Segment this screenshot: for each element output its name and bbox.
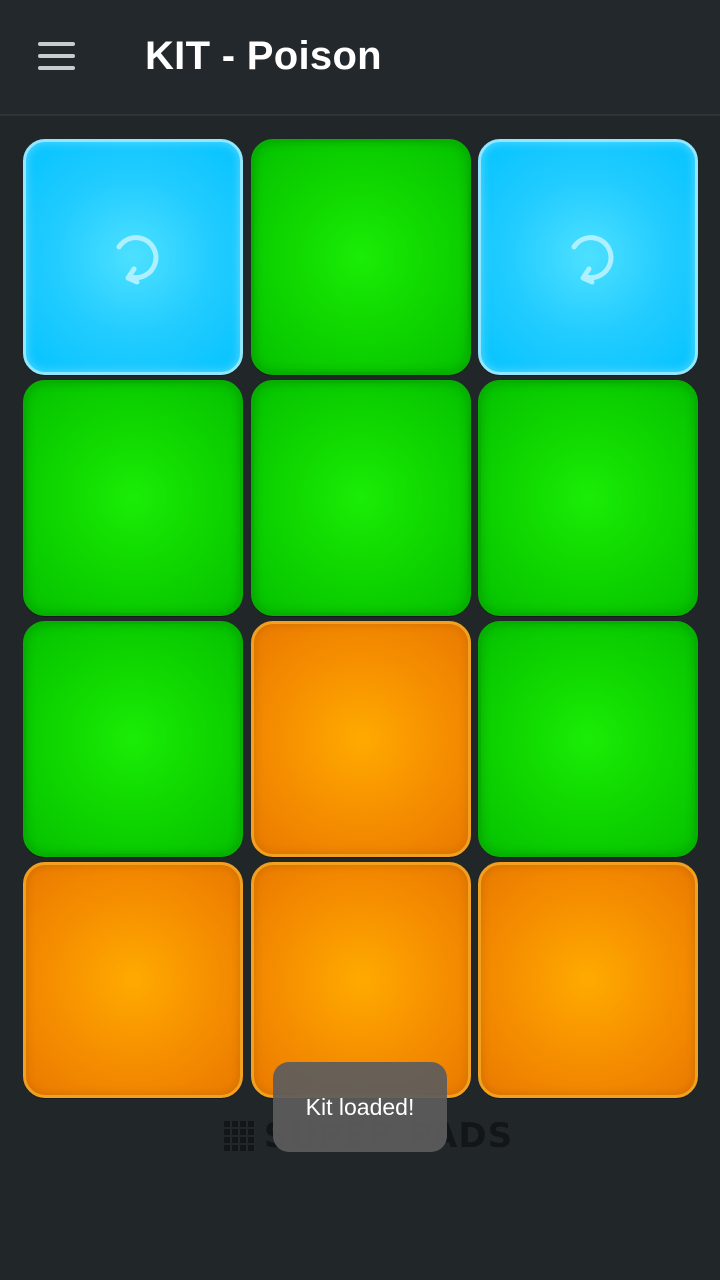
toast-message: Kit loaded! <box>305 1093 415 1120</box>
pad-1-3[interactable] <box>478 139 698 375</box>
pad-3-2[interactable] <box>251 621 471 857</box>
grid-logo-icon <box>224 1121 254 1151</box>
pad-2-2[interactable] <box>251 380 471 616</box>
pad-1-1[interactable] <box>23 139 243 375</box>
toast-notification: Kit loaded! <box>273 1062 447 1152</box>
top-app-bar: KIT - Poison <box>0 0 720 116</box>
pad-3-1[interactable] <box>23 621 243 857</box>
pad-2-1[interactable] <box>23 380 243 616</box>
menu-line-1 <box>37 42 75 46</box>
pad-1-2[interactable] <box>251 139 471 375</box>
pad-4-1[interactable] <box>23 862 243 1098</box>
pad-2-3[interactable] <box>478 380 698 616</box>
loop-icon <box>571 235 614 285</box>
page-title: KIT - Poison <box>145 34 382 78</box>
pad-4-3[interactable] <box>478 862 698 1098</box>
hamburger-menu-icon[interactable] <box>28 30 84 82</box>
app-root: KIT - Poison SUPER PADS Kit loaded! <box>0 0 720 1280</box>
pad-3-3[interactable] <box>478 621 698 857</box>
menu-line-3 <box>37 66 75 70</box>
loop-icon <box>116 235 159 285</box>
menu-line-2 <box>37 54 75 58</box>
